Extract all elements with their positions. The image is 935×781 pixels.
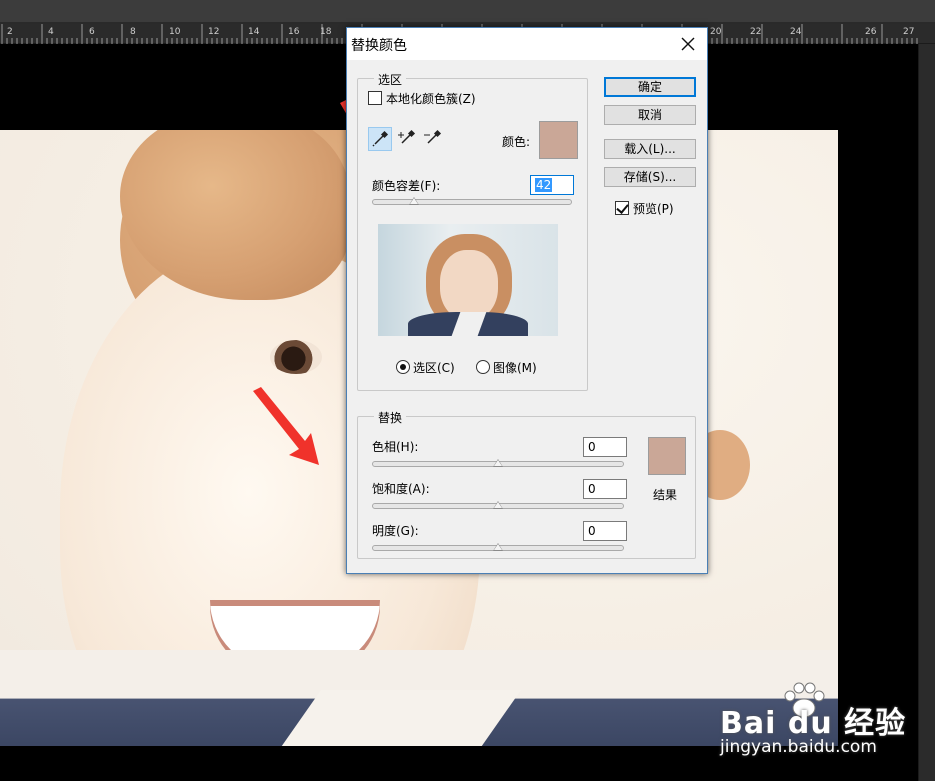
eye-shape — [270, 340, 322, 374]
add-to-sample-tool[interactable] — [396, 127, 420, 151]
red-arrow-icon — [253, 387, 319, 465]
fuzziness-slider-thumb[interactable] — [409, 197, 419, 205]
selection-radio-label: 选区(C) — [413, 361, 455, 375]
color-label: 颜色: — [502, 135, 531, 149]
saturation-input[interactable]: 0 — [583, 479, 627, 499]
ruler-number: 8 — [130, 27, 136, 37]
result-label: 结果 — [653, 488, 678, 502]
watermark-url: jingyan.baidu.com — [720, 737, 877, 757]
lightness-input[interactable]: 0 — [583, 521, 627, 541]
image-radio-label: 图像(M) — [493, 361, 537, 375]
selection-group-label: 选区 — [374, 71, 407, 88]
ruler-number: 2 — [7, 27, 13, 37]
hue-slider-thumb[interactable] — [493, 459, 503, 467]
fuzziness-input[interactable]: 42 — [530, 175, 574, 195]
eyedropper-tool[interactable] — [368, 127, 392, 151]
selection-preview-image — [378, 224, 558, 336]
watermark-logo: Bai du 经验 — [720, 706, 907, 741]
ruler-number: 18 — [320, 27, 332, 37]
cancel-button[interactable]: 取消 — [604, 105, 696, 125]
ruler-number: 4 — [48, 27, 54, 37]
result-color-swatch[interactable] — [648, 437, 686, 475]
dialog-titlebar[interactable]: 替换颜色 — [347, 28, 707, 60]
subtract-from-sample-tool[interactable] — [422, 127, 446, 151]
shirt-stripe-shape — [278, 690, 522, 746]
close-icon[interactable] — [675, 31, 701, 57]
fuzziness-label: 颜色容差(F): — [372, 179, 441, 193]
fuzziness-slider-track[interactable] — [372, 199, 572, 205]
lightness-slider-thumb[interactable] — [493, 543, 503, 551]
vertical-scrollbar[interactable] — [918, 44, 935, 781]
lightness-value: 0 — [588, 524, 596, 538]
menu-bar — [0, 0, 935, 24]
saturation-label: 饱和度(A): — [372, 482, 430, 496]
fuzziness-value: 42 — [535, 178, 553, 192]
replace-color-dialog: 替换颜色 选区 本地化颜色簇(Z) 颜色: 颜色容差(F): 42 选区(C) … — [346, 27, 708, 574]
lightness-label: 明度(G): — [372, 524, 419, 538]
dialog-title: 替换颜色 — [351, 38, 407, 54]
localized-clusters-checkbox[interactable] — [368, 91, 382, 105]
ruler-number: 6 — [89, 27, 95, 37]
ruler-number: 26 — [865, 27, 877, 37]
selection-radio[interactable] — [396, 360, 410, 374]
save-button[interactable]: 存储(S)... — [604, 167, 696, 187]
preview-face-shape — [440, 250, 498, 320]
ruler-number: 27 — [903, 27, 915, 37]
eyedropper-plus-icon — [398, 129, 416, 144]
ruler-number: 10 — [169, 27, 181, 37]
hue-label: 色相(H): — [372, 440, 419, 454]
saturation-value: 0 — [588, 482, 596, 496]
replacement-group: 替换 色相(H): 0 饱和度(A): 0 明度(G): 0 结果 — [357, 409, 696, 559]
selection-group: 选区 本地化颜色簇(Z) 颜色: 颜色容差(F): 42 选区(C) 图像(M) — [357, 71, 588, 391]
load-button[interactable]: 载入(L)... — [604, 139, 696, 159]
hue-value: 0 — [588, 440, 596, 454]
selection-color-swatch[interactable] — [539, 121, 578, 159]
ruler-number: 24 — [790, 27, 802, 37]
baidu-watermark: Bai du 经验 jingyan.baidu.com — [720, 680, 930, 770]
eyedropper-icon — [372, 130, 389, 147]
eyedropper-minus-icon — [424, 129, 442, 144]
hue-input[interactable]: 0 — [583, 437, 627, 457]
localized-clusters-label: 本地化颜色簇(Z) — [386, 92, 476, 106]
ruler-number: 12 — [208, 27, 220, 37]
preview-label: 预览(P) — [633, 202, 674, 216]
ruler-number: 20 — [710, 27, 722, 37]
ruler-number: 22 — [750, 27, 762, 37]
ok-button[interactable]: 确定 — [604, 77, 696, 97]
ruler-number: 14 — [248, 27, 260, 37]
replacement-group-label: 替换 — [374, 409, 407, 426]
preview-checkbox[interactable] — [615, 201, 629, 215]
saturation-slider-thumb[interactable] — [493, 501, 503, 509]
image-radio[interactable] — [476, 360, 490, 374]
ruler-number: 16 — [288, 27, 300, 37]
